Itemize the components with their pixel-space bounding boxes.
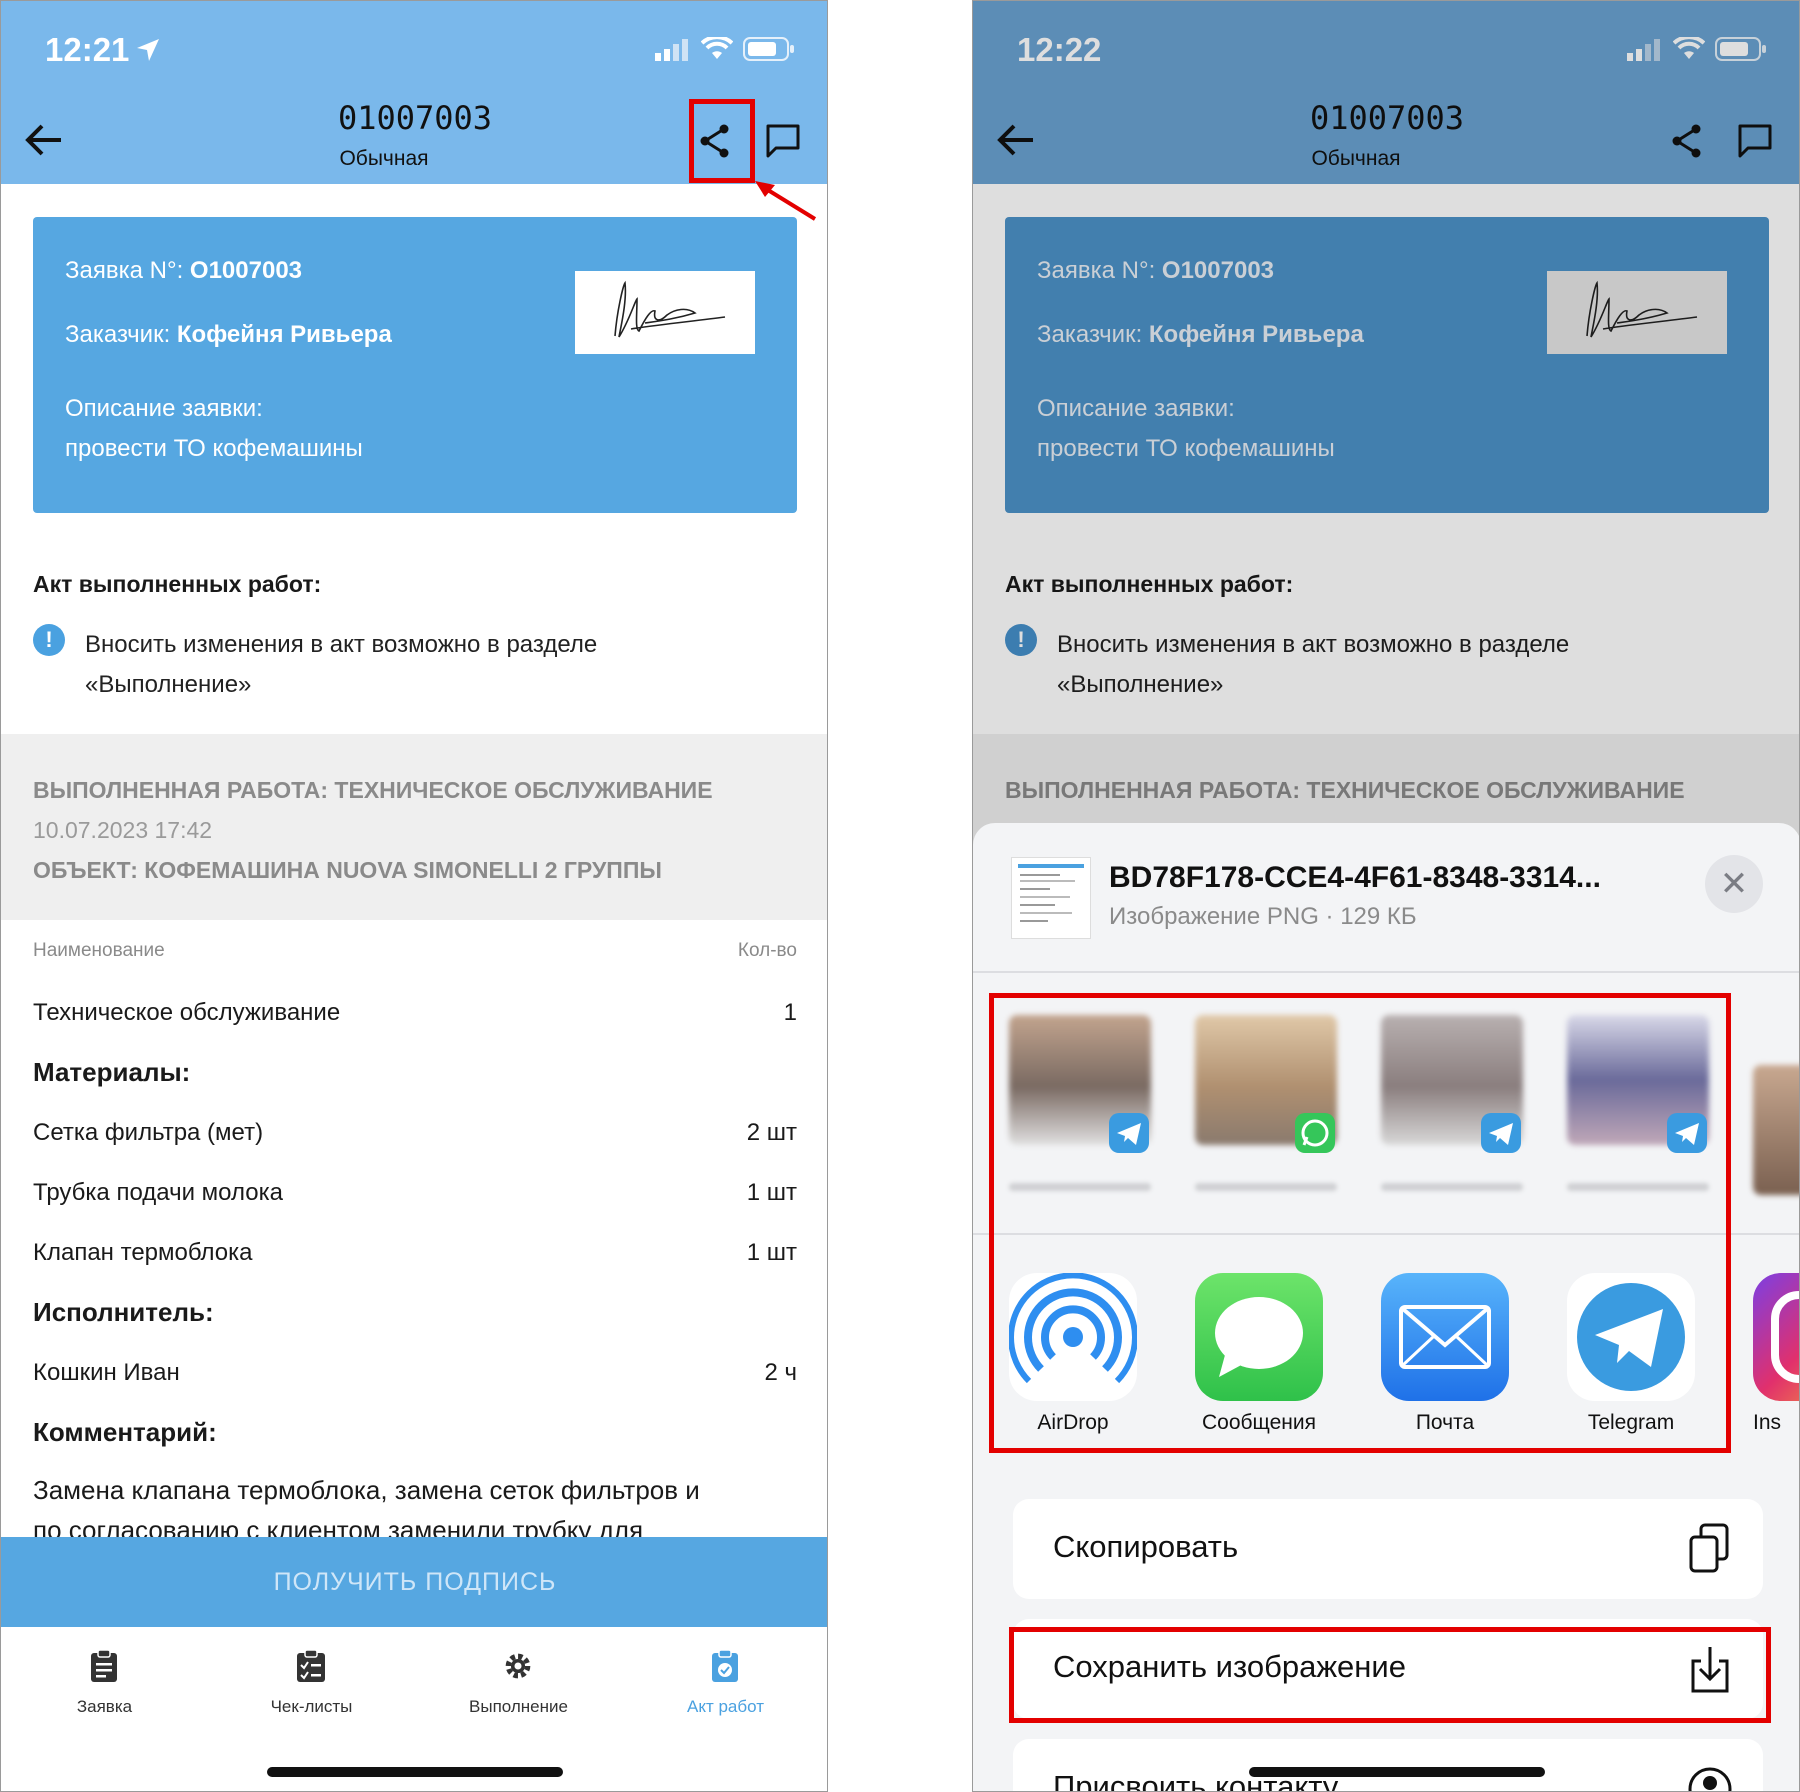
- order-number-line: Заявка N°: O1007003: [65, 257, 303, 284]
- order-type-subtitle: Обычная: [339, 147, 429, 170]
- work-type: ВЫПОЛНЕННАЯ РАБОТА: ТЕХНИЧЕСКОЕ ОБСЛУЖИВ…: [33, 777, 713, 803]
- table-row: Кошкин Иван 2 ч: [33, 1359, 797, 1386]
- assign-contact-action[interactable]: Присвоить контакту: [1013, 1739, 1763, 1791]
- materials-heading: Материалы:: [33, 1057, 191, 1087]
- signature-image: [575, 271, 755, 354]
- note-line1: Вносить изменения в акт возможно в разде…: [85, 631, 598, 658]
- battery-icon: [743, 37, 794, 61]
- home-indicator: [267, 1767, 563, 1777]
- info-icon: !: [33, 624, 65, 656]
- work-date: 10.07.2023 17:42: [33, 817, 213, 843]
- table-row: Техническое обслуживание 1: [33, 999, 797, 1026]
- status-time: 12:21: [45, 31, 130, 68]
- customer-line: Заказчик: Кофейня Ривьера: [65, 321, 392, 348]
- gear-icon: [505, 1653, 531, 1679]
- file-thumbnail: [1011, 857, 1091, 939]
- wifi-icon: [701, 37, 733, 59]
- get-signature-button[interactable]: ПОЛУЧИТЬ ПОДПИСЬ: [1, 1537, 827, 1627]
- chat-icon[interactable]: [765, 123, 801, 159]
- clipboard-icon: [91, 1649, 117, 1682]
- tab-order[interactable]: Заявка: [1, 1627, 208, 1791]
- description-label: Описание заявки:: [65, 395, 263, 422]
- comment-heading: Комментарий:: [33, 1417, 217, 1447]
- left-screen: 12:21 01007003 Обычная Заявка N°: O10070…: [0, 0, 828, 1792]
- signal-icon: [655, 39, 688, 61]
- tab-act[interactable]: Акт работ: [622, 1627, 827, 1791]
- work-object: ОБЪЕКТ: КОФЕМАШИНА NUOVA SIMONELLI 2 ГРУ…: [33, 857, 662, 883]
- act-title: Акт выполненных работ:: [33, 571, 322, 597]
- instagram-icon: [1753, 1273, 1799, 1401]
- file-name: BD78F178-CCE4-4F61-8348-3314...: [1109, 861, 1601, 894]
- highlight-share: [689, 99, 755, 183]
- suggested-contact[interactable]: [1753, 1065, 1799, 1195]
- contact-icon: [1688, 1767, 1732, 1791]
- table-row: Трубка подачи молока 1 шт: [33, 1179, 797, 1206]
- act-icon: [712, 1649, 738, 1682]
- home-indicator: [1249, 1767, 1545, 1777]
- description-value: провести ТО кофемашины: [65, 435, 363, 462]
- red-arrow-annotation: [755, 181, 817, 221]
- highlight-share-targets: [989, 993, 1731, 1453]
- table-row: Сетка фильтра (мет) 2 шт: [33, 1119, 797, 1146]
- table-row: Клапан термоблока 1 шт: [33, 1239, 797, 1266]
- work-summary: ВЫПОЛНЕННАЯ РАБОТА: ТЕХНИЧЕСКОЕ ОБСЛУЖИВ…: [1, 734, 827, 920]
- order-card: Заявка N°: O1007003 Заказчик: Кофейня Ри…: [33, 217, 797, 513]
- highlight-save-image: [1009, 1627, 1771, 1723]
- comment-line1: Замена клапана термоблока, замена сеток …: [33, 1475, 700, 1505]
- copy-icon: [1689, 1523, 1729, 1573]
- file-info: Изображение PNG · 129 КБ: [1109, 903, 1417, 930]
- close-button[interactable]: ✕: [1705, 855, 1763, 913]
- right-screen: 12:22 01007003 Обычная Заявка N°: O10070…: [972, 0, 1800, 1792]
- location-arrow-icon: [137, 39, 159, 61]
- note-line2: «Выполнение»: [85, 671, 252, 698]
- executor-heading: Исполнитель:: [33, 1297, 214, 1327]
- copy-action[interactable]: Скопировать: [1013, 1499, 1763, 1599]
- checklist-icon: [297, 1649, 325, 1682]
- divider: [973, 971, 1799, 973]
- table-header: Наименование Кол-во: [33, 940, 797, 961]
